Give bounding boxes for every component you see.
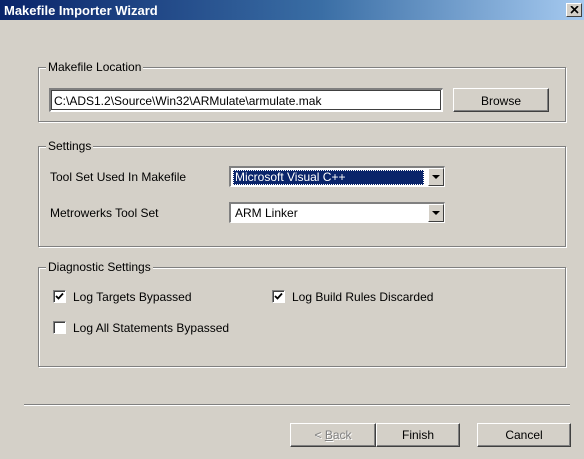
log-targets-bypassed-label[interactable]: Log Targets Bypassed — [73, 290, 192, 304]
window-title: Makefile Importer Wizard — [4, 3, 158, 18]
log-build-rules-discarded-label[interactable]: Log Build Rules Discarded — [292, 290, 433, 304]
diagnostic-settings-legend: Diagnostic Settings — [46, 260, 153, 274]
tool-set-label: Tool Set Used In Makefile — [50, 170, 187, 184]
metrowerks-tool-set-label: Metrowerks Tool Set — [50, 206, 159, 220]
settings-legend: Settings — [46, 139, 94, 153]
checkmark-icon — [274, 292, 283, 300]
log-targets-bypassed-checkbox[interactable] — [53, 290, 66, 303]
back-button-label: < Back — [314, 428, 352, 442]
finish-button[interactable]: Finish — [376, 423, 460, 447]
tool-set-selected-value: Microsoft Visual C++ — [233, 170, 424, 185]
metrowerks-selected-value: ARM Linker — [235, 206, 298, 220]
browse-button[interactable]: Browse — [453, 88, 549, 112]
footer-separator — [24, 404, 570, 406]
tool-set-dropdown[interactable]: Microsoft Visual C++ — [229, 166, 445, 187]
log-all-statements-bypassed-label[interactable]: Log All Statements Bypassed — [73, 321, 229, 335]
log-build-rules-discarded-checkbox[interactable] — [272, 290, 285, 303]
metrowerks-dropdown-button[interactable] — [428, 204, 444, 222]
makefile-path-input[interactable]: C:\ADS1.2\Source\Win32\ARMulate\armulate… — [49, 88, 443, 112]
makefile-path-value: C:\ADS1.2\Source\Win32\ARMulate\armulate… — [54, 94, 322, 108]
tool-set-dropdown-button[interactable] — [428, 168, 444, 186]
finish-button-label: Finish — [401, 428, 434, 442]
chevron-down-icon — [432, 211, 440, 215]
checkmark-icon — [55, 292, 64, 300]
title-bar[interactable]: Makefile Importer Wizard — [0, 0, 584, 20]
browse-button-label: Browse — [480, 94, 521, 108]
diagnostic-settings-group: Diagnostic Settings — [38, 260, 566, 367]
makefile-location-legend: Makefile Location — [46, 60, 144, 74]
settings-group: Settings — [38, 139, 566, 247]
metrowerks-tool-set-dropdown[interactable]: ARM Linker — [229, 202, 445, 223]
chevron-down-icon — [432, 175, 440, 179]
close-icon — [570, 6, 579, 14]
cancel-button[interactable]: Cancel — [477, 423, 571, 447]
back-button[interactable]: < Back — [290, 423, 376, 447]
cancel-button-label: Cancel — [505, 428, 543, 442]
log-all-statements-bypassed-checkbox[interactable] — [53, 321, 66, 334]
close-button[interactable] — [566, 3, 582, 17]
